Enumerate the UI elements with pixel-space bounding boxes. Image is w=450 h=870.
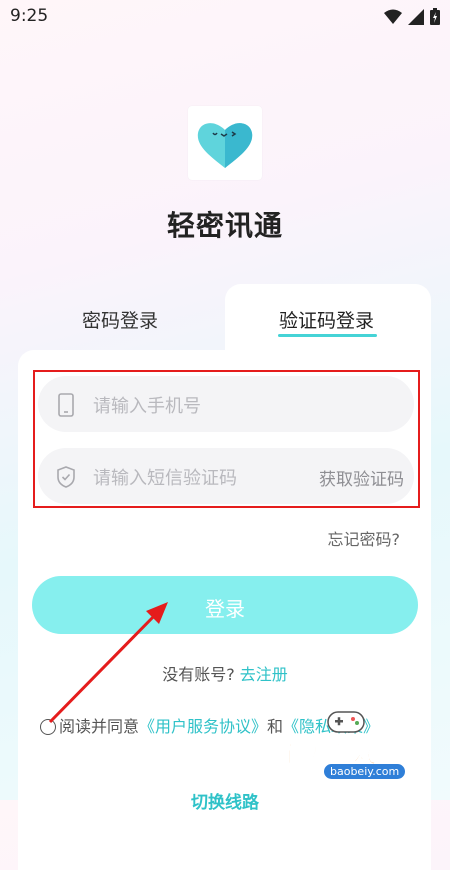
status-bar: 9:25: [0, 0, 450, 32]
annotation-highlight-box: [33, 370, 420, 508]
wifi-icon: [384, 9, 402, 24]
tab-indicator: [278, 334, 377, 337]
register-prompt: 没有账号?: [162, 665, 235, 684]
signal-icon: [408, 8, 424, 25]
watermark-url: baobeiy.com: [324, 764, 406, 779]
status-icons: [384, 8, 440, 25]
app-logo: [188, 106, 262, 180]
login-button[interactable]: 登录: [32, 576, 418, 634]
agreement-radio[interactable]: [40, 719, 56, 735]
forgot-password-link[interactable]: 忘记密码?: [328, 526, 401, 550]
tab-password-login[interactable]: 密码登录: [82, 306, 158, 333]
user-agreement-link[interactable]: 《用户服务协议》: [139, 717, 267, 736]
login-button-label: 登录: [205, 597, 245, 621]
register-link[interactable]: 去注册: [240, 665, 288, 684]
agreement-prefix: 阅读并同意: [59, 717, 140, 736]
watermark-logo: 宝贝游戏网 baobeiy.com: [268, 706, 448, 796]
status-time: 9:25: [10, 6, 49, 26]
battery-icon: [430, 8, 440, 25]
gamepad-icon: [327, 711, 365, 733]
app-title: 轻密讯通: [166, 209, 283, 242]
register-row: 没有账号? 去注册: [0, 661, 450, 685]
tab-code-login[interactable]: 验证码登录: [279, 306, 374, 333]
heart-logo-icon: [197, 123, 253, 168]
